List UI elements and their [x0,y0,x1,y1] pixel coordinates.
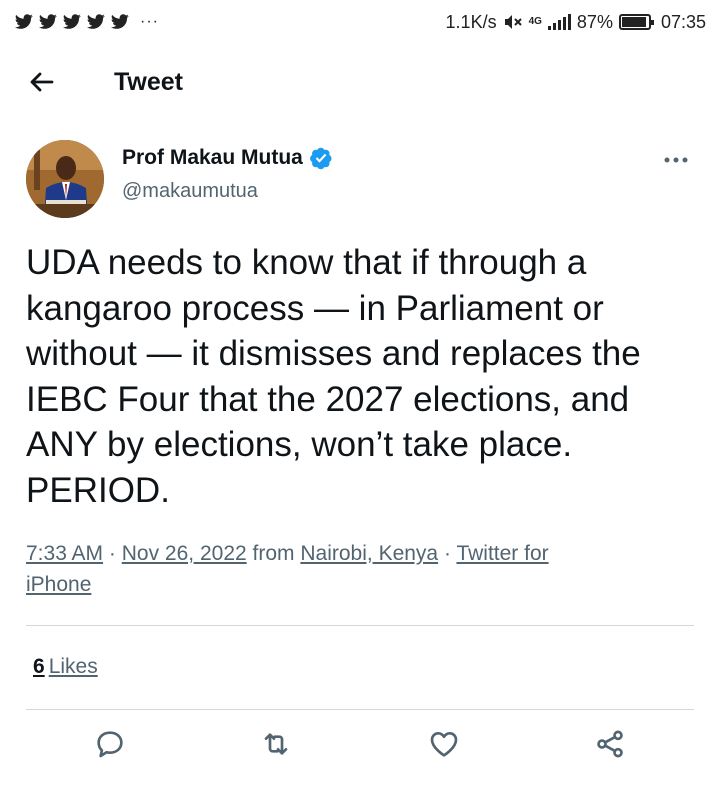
battery-level-fill [621,17,647,27]
twitter-icon [14,14,33,29]
tweet-time-link[interactable]: 7:33 AM [26,542,103,565]
author-handle[interactable]: @makaumutua [122,180,258,203]
likes-stat[interactable]: 6 Likes [33,655,98,679]
network-type: 4G [528,16,542,27]
status-bar: ··· 1.1K/s 4G 87% 07:35 [0,0,720,44]
status-icons: 1.1K/s 4G 87% 07:35 [446,12,706,33]
back-arrow-icon[interactable] [26,66,58,98]
likes-label: Likes [48,655,98,678]
avatar[interactable] [26,140,104,218]
signal-icon [547,14,571,30]
more-notifications-indicator: ··· [140,13,159,30]
mute-icon [504,15,522,29]
network-speed: 1.1K/s [445,11,497,32]
twitter-icon [38,14,57,29]
author-name-row[interactable]: Prof Makau Mutua [122,146,333,170]
tweet-author: Prof Makau Mutua @makaumutua [26,140,696,220]
separator: · [108,542,116,565]
share-icon[interactable] [594,728,626,760]
page-title: Tweet [114,68,183,96]
source-label-part2: iPhone [26,573,92,596]
from-label: from [252,542,295,565]
reply-icon[interactable] [94,728,126,760]
location-link[interactable]: Nairobi, Kenya [300,542,438,565]
author-name[interactable]: Prof Makau Mutua [122,146,303,170]
like-icon[interactable] [428,728,460,760]
likes-count: 6 [33,655,45,678]
notification-icons: ··· [14,13,159,31]
tweet-date-link[interactable]: Nov 26, 2022 [122,542,247,565]
twitter-icon [86,14,105,29]
tweet-meta: 7:33 AM · Nov 26, 2022 from Nairobi, Ken… [26,538,696,600]
more-options-icon[interactable] [660,150,692,170]
separator: · [443,542,451,565]
battery-percent: 87% [576,11,613,32]
divider [26,625,694,626]
tweet-action-bar [26,728,694,768]
clock: 07:35 [660,11,706,32]
verified-badge-icon [309,147,332,170]
tweet-text: UDA needs to know that if through a kang… [26,243,641,510]
avatar-image [26,140,104,218]
battery-icon [618,14,654,30]
twitter-icon [110,14,129,29]
twitter-icon [62,14,81,29]
top-app-bar: Tweet [0,58,720,104]
divider [26,709,694,710]
source-label-part1: Twitter for [456,542,549,565]
retweet-icon[interactable] [260,728,292,760]
